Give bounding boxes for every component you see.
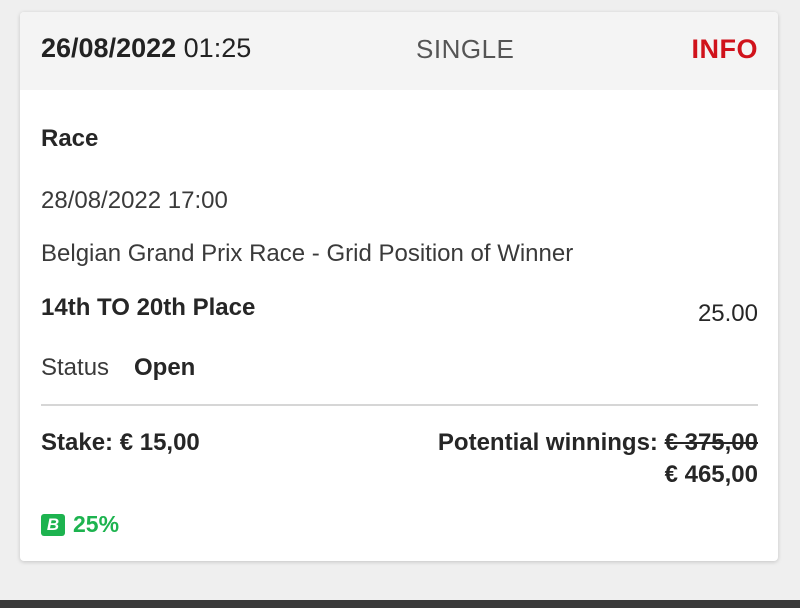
sport-name: Race xyxy=(41,125,99,152)
bet-placed-datetime: 26/08/2022 01:25 xyxy=(41,33,251,64)
info-button[interactable]: INFO xyxy=(692,34,759,65)
bet-card-header: 26/08/2022 01:25 SINGLE INFO xyxy=(20,12,778,90)
potential-winnings-label: Potential winnings: xyxy=(437,429,658,456)
potential-winnings: Potential winnings: € 375,00 xyxy=(438,429,758,457)
selection-name: 14th TO 20th Place xyxy=(41,294,256,321)
bonus-badge: B 25% xyxy=(41,511,119,537)
divider xyxy=(41,404,758,406)
market-name: Belgian Grand Prix Race - Grid Position … xyxy=(41,240,574,267)
bonus-percent: 25% xyxy=(73,511,120,537)
bet-placed-time: 01:25 xyxy=(183,33,252,63)
bet-type-label: SINGLE xyxy=(416,34,515,64)
status-label: Status xyxy=(41,354,110,381)
potential-winnings-old: € 375,00 xyxy=(664,429,758,456)
stake-amount: Stake: € 15,00 xyxy=(41,429,200,456)
bonus-b-icon: B xyxy=(41,513,65,536)
bet-card: 26/08/2022 01:25 SINGLE INFO Race 28/08/… xyxy=(20,12,778,561)
bet-placed-date: 26/08/2022 xyxy=(41,33,177,63)
potential-winnings-new: € 465,00 xyxy=(664,461,758,488)
event-datetime: 28/08/2022 17:00 xyxy=(41,187,228,214)
bottom-bar xyxy=(0,600,800,608)
odds-value: 25.00 xyxy=(697,300,758,327)
status-value: Open xyxy=(134,354,196,381)
